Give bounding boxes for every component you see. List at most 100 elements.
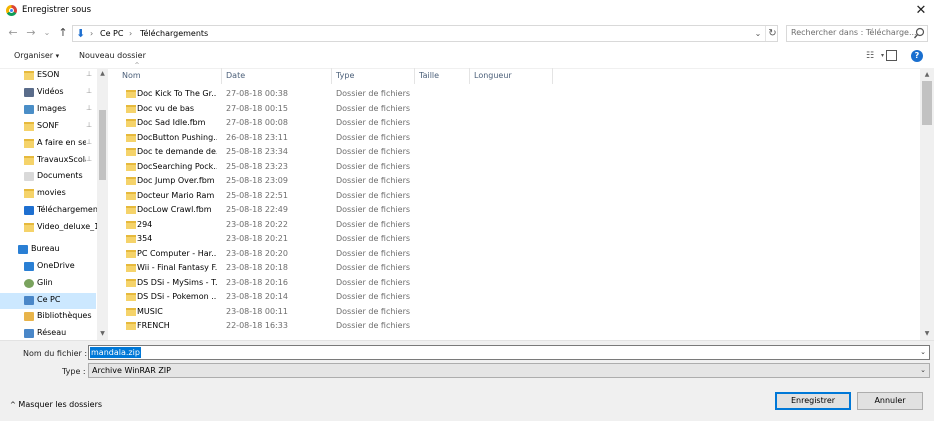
- view-options-icon[interactable]: ☷: [866, 51, 874, 61]
- scroll-down-icon[interactable]: ▼: [920, 330, 934, 337]
- pin-icon[interactable]: ⊥: [86, 87, 92, 95]
- address-bar[interactable]: ⬇ › Ce PC › Téléchargements ⌄ ↻: [72, 25, 778, 42]
- column-divider[interactable]: [469, 68, 470, 84]
- sidebar-item[interactable]: movies: [0, 186, 96, 202]
- folder-icon: [126, 220, 136, 229]
- view-caret-icon[interactable]: ▾: [881, 52, 884, 59]
- folder-icon: [126, 133, 136, 142]
- sidebar-item[interactable]: Images ⊥: [0, 102, 96, 118]
- column-header-name[interactable]: Nom: [122, 68, 141, 84]
- sidebar-item[interactable]: Documents: [0, 169, 96, 185]
- pin-icon[interactable]: ⊥: [86, 70, 92, 78]
- refresh-icon[interactable]: ↻: [765, 26, 779, 41]
- breadcrumb-separator: ›: [90, 29, 94, 38]
- sidebar-item-label: Bibliothèques: [37, 311, 92, 320]
- file-row[interactable]: PC Computer - Har... 23-08-18 20:20 Dossie…: [108, 247, 920, 262]
- file-name: Doc vu de bas: [137, 103, 195, 113]
- pin-icon[interactable]: ⊥: [86, 155, 92, 163]
- nav-pane-scroll-thumb[interactable]: [99, 110, 106, 180]
- preview-pane-icon[interactable]: [886, 50, 897, 61]
- breadcrumb-telechargements[interactable]: Téléchargements: [140, 27, 208, 40]
- file-date: 23-08-18 20:16: [226, 277, 288, 287]
- sidebar-item[interactable]: TravauxScolai⊥: [0, 153, 96, 169]
- address-dropdown-icon[interactable]: ⌄: [751, 26, 765, 41]
- file-name: 354: [137, 234, 153, 243]
- sidebar-item[interactable]: Video_deluxe_17: [0, 220, 97, 236]
- back-button[interactable]: ←: [6, 25, 20, 41]
- file-name: PC Computer - Har...: [137, 248, 217, 258]
- sidebar-item[interactable]: OneDrive: [0, 259, 96, 275]
- nav-pane-scrollbar[interactable]: ▲ ▼: [97, 68, 108, 340]
- file-type: Dossier de fichiers: [336, 306, 411, 316]
- search-box[interactable]: Rechercher dans : Télécharge...: [786, 25, 928, 42]
- file-row[interactable]: Docteur Mario Ram 25-08-18 22:51 Dossier d…: [108, 189, 920, 204]
- sidebar-item[interactable]: Téléchargement: [0, 203, 97, 219]
- scroll-up-icon[interactable]: ▲: [97, 70, 108, 77]
- recent-locations-button[interactable]: ⌄: [40, 25, 54, 41]
- sidebar-item[interactable]: Bureau: [0, 242, 96, 258]
- file-row[interactable]: MUSIC 23-08-18 00:11 Dossier de fichiers: [108, 305, 920, 320]
- file-date: 27-08-18 00:08: [226, 118, 288, 127]
- file-date: 25-08-18 23:34: [226, 147, 288, 156]
- sidebar-item[interactable]: ESON ⊥: [0, 68, 96, 84]
- column-header-type[interactable]: Type: [336, 68, 354, 84]
- video-icon: [24, 88, 34, 97]
- pin-icon[interactable]: ⊥: [86, 104, 92, 112]
- file-row[interactable]: 354 23-08-18 20:21 Dossier de fichiers: [108, 232, 920, 247]
- sidebar-item[interactable]: SONF ⊥: [0, 119, 96, 135]
- new-folder-button[interactable]: Nouveau dossier: [79, 51, 146, 60]
- file-row[interactable]: Doc te demande de... 25-08-18 23:34 Dossie…: [108, 145, 920, 160]
- breadcrumb-ce-pc[interactable]: Ce PC: [100, 27, 123, 40]
- close-button[interactable]: ✕: [910, 2, 932, 20]
- file-date: 27-08-18 00:38: [226, 89, 288, 98]
- file-row[interactable]: Wii - Final Fantasy F... 23-08-18 20:18 Do…: [108, 261, 920, 276]
- file-date: 25-08-18 22:49: [226, 205, 288, 214]
- file-list: ^ Nom Date Type Taille Longueur Doc Kick…: [108, 63, 934, 340]
- scroll-down-icon[interactable]: ▼: [97, 330, 108, 337]
- pin-icon[interactable]: ⊥: [86, 138, 92, 146]
- sidebar-item[interactable]: Glin: [0, 276, 96, 292]
- cancel-button[interactable]: Annuler: [857, 392, 923, 410]
- column-divider[interactable]: [414, 68, 415, 84]
- folder-icon: [24, 122, 34, 131]
- column-header-size[interactable]: Taille: [419, 68, 439, 84]
- folder-icon: [126, 90, 136, 98]
- column-divider[interactable]: [331, 68, 332, 84]
- file-row[interactable]: Doc Kick To The Gr... 27-08-18 00:38 Dossi…: [108, 87, 920, 102]
- file-date: 25-08-18 23:23: [226, 161, 288, 171]
- sidebar-item[interactable]: Ce PC: [0, 293, 96, 309]
- file-row[interactable]: Doc Jump Over.fbm 25-08-18 23:09 Dossier d…: [108, 174, 920, 189]
- column-header-date[interactable]: Date: [226, 68, 245, 84]
- column-divider[interactable]: [552, 68, 553, 84]
- column-header-length[interactable]: Longueur: [474, 68, 512, 84]
- file-row[interactable]: DocButton Pushing... 26-08-18 23:11 Dossie…: [108, 131, 920, 146]
- sidebar-item[interactable]: Vidéos ⊥: [0, 85, 96, 101]
- filename-input[interactable]: mandala.zip ⌄: [88, 345, 930, 360]
- file-list-scroll-thumb[interactable]: [922, 81, 932, 125]
- file-name: DocSearching Pock...: [137, 161, 217, 171]
- up-button[interactable]: ↑: [56, 25, 70, 41]
- hide-folders-toggle[interactable]: ^ Masquer les dossiers: [10, 400, 102, 409]
- file-row[interactable]: 294 23-08-18 20:22 Dossier de fichiers: [108, 218, 920, 233]
- file-type-select[interactable]: Archive WinRAR ZIP ⌄: [88, 363, 930, 378]
- file-row[interactable]: DS DSi - MySims - T... 23-08-18 20:16 Doss…: [108, 276, 920, 291]
- scroll-up-icon[interactable]: ▲: [920, 71, 934, 78]
- file-row[interactable]: DocLow Crawl.fbm 25-08-18 22:49 Dossier de…: [108, 203, 920, 218]
- file-row[interactable]: DS DSi - Pokemon ... 23-08-18 20:14 Dossie…: [108, 290, 920, 305]
- file-row[interactable]: Doc Sad Idle.fbm 27-08-18 00:08 Dossier de…: [108, 116, 920, 131]
- chevron-down-icon[interactable]: ⌄: [920, 348, 926, 356]
- forward-button[interactable]: →: [24, 25, 38, 41]
- file-row[interactable]: FRENCH 22-08-18 16:33 Dossier de fichiers: [108, 319, 920, 334]
- save-button[interactable]: Enregistrer: [775, 392, 851, 410]
- file-row[interactable]: Doc vu de bas 27-08-18 00:15 Dossier de fi…: [108, 102, 920, 117]
- pin-icon[interactable]: ⊥: [86, 121, 92, 129]
- sidebar-item-label: movies: [37, 188, 66, 197]
- file-row[interactable]: DocSearching Pock... 25-08-18 23:23 Dossie…: [108, 160, 920, 175]
- help-icon[interactable]: ?: [911, 50, 923, 62]
- download-icon: ⬇: [76, 27, 86, 40]
- sidebar-item[interactable]: Bibliothèques: [0, 309, 96, 325]
- column-divider[interactable]: [221, 68, 222, 84]
- sidebar-item[interactable]: A faire en sec⊥: [0, 136, 96, 152]
- organize-button[interactable]: Organiser ▾: [14, 51, 59, 60]
- computer-icon: [24, 296, 34, 305]
